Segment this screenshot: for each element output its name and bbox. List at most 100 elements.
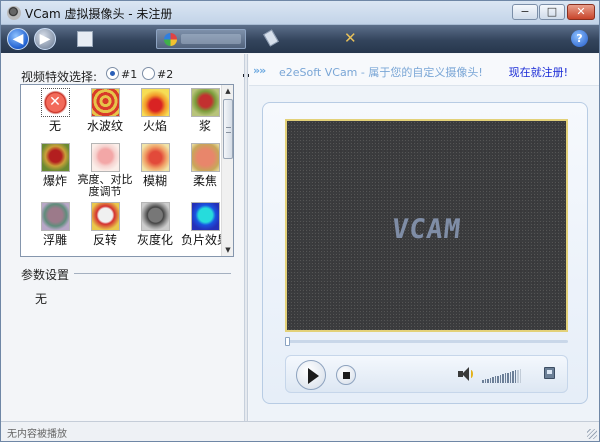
params-title: 参数设置 — [21, 268, 70, 282]
params-divider — [74, 273, 231, 274]
volume-bar — [497, 375, 499, 383]
soft-focus-icon — [190, 143, 220, 172]
effect-item-label: 灰度化 — [136, 233, 173, 247]
effect-slot-1-radio[interactable] — [106, 67, 119, 80]
speaker-icon[interactable] — [458, 367, 473, 381]
close-icon: ✕ — [576, 5, 586, 18]
banner: »» e2eSoft VCam - 属于您的自定义摄像头! 现在就注册! — [249, 54, 599, 86]
effect-item-label: 模糊 — [142, 174, 167, 188]
vcam-logo: VCAM — [390, 214, 463, 245]
negative-icon — [190, 202, 220, 231]
effect-item-label: 浮雕 — [42, 233, 67, 247]
ripple-icon — [90, 88, 120, 117]
toolbar: ◀ ▶ ✕ ? — [1, 25, 599, 77]
volume-bar — [494, 376, 496, 383]
tab-effects-label — [181, 34, 241, 44]
scroll-down-icon[interactable]: ▼ — [222, 244, 233, 256]
effect-slot-2-radio[interactable] — [142, 67, 155, 80]
register-link[interactable]: 现在就注册! — [509, 64, 568, 80]
effect-item[interactable]: 火焰 — [130, 88, 180, 133]
banner-text: e2eSoft VCam - 属于您的自定义摄像头! — [279, 66, 483, 79]
play-button[interactable] — [296, 360, 326, 390]
forward-arrow-icon: ▶ — [39, 31, 51, 47]
video-stage: VCAM — [262, 102, 588, 404]
close-button[interactable]: ✕ — [567, 4, 595, 20]
volume-slider[interactable] — [482, 368, 522, 383]
stop-icon — [343, 372, 350, 379]
volume-bar — [504, 373, 506, 383]
scroll-grip-icon — [226, 127, 231, 133]
back-arrow-icon: ◀ — [12, 31, 24, 47]
tab-effects[interactable] — [156, 29, 246, 49]
volume-bar — [519, 368, 521, 383]
preview-panel: »» e2eSoft VCam - 属于您的自定义摄像头! 现在就注册! VCA… — [249, 54, 599, 421]
help-icon[interactable]: ? — [571, 30, 588, 47]
blur-icon — [140, 143, 170, 172]
panel-splitter[interactable] — [244, 54, 248, 421]
webcam-icon — [7, 6, 21, 20]
volume-bar — [484, 379, 486, 383]
effect-item[interactable]: 模糊 — [130, 143, 180, 188]
effect-item-label: 水波纹 — [86, 119, 123, 133]
effects-label: 视频特效选择: — [21, 70, 98, 84]
window-title: VCam 虚拟摄像头 - 未注册 — [25, 7, 173, 21]
title-bar: VCam 虚拟摄像头 - 未注册 − □ ✕ — [1, 1, 599, 25]
effects-list[interactable]: 负片效果灰度化反转浮雕柔焦模糊亮度、对比度调节爆炸浆火焰水波纹无 ▲ ▼ — [20, 84, 234, 257]
grayscale-icon — [140, 202, 170, 231]
effect-slot-2-label[interactable]: #2 — [157, 68, 173, 81]
tag-icon[interactable] — [263, 29, 279, 47]
none-icon — [40, 88, 70, 117]
back-button[interactable]: ◀ — [7, 28, 29, 50]
emboss-icon — [40, 202, 70, 231]
scroll-up-icon[interactable]: ▲ — [222, 85, 233, 97]
status-bar: 无内容被播放 — [1, 421, 599, 441]
effect-item[interactable]: 反转 — [80, 202, 130, 247]
flame-icon — [140, 88, 170, 117]
volume-bar — [512, 371, 514, 383]
scroll-thumb[interactable] — [223, 99, 233, 159]
play-icon — [308, 368, 319, 384]
monitor-icon[interactable] — [544, 367, 555, 379]
tools-icon[interactable]: ✕ — [344, 29, 360, 47]
effect-item[interactable]: 亮度、对比度调节 — [78, 143, 133, 198]
video-preview[interactable]: VCAM — [285, 119, 568, 332]
minimize-icon: − — [520, 5, 530, 18]
volume-bar — [509, 371, 511, 383]
brightness-icon — [90, 143, 120, 172]
color-ball-icon — [164, 33, 177, 46]
effect-item[interactable]: 爆炸 — [30, 143, 80, 188]
effect-item-label: 反转 — [92, 233, 117, 247]
effect-item-label: 无 — [48, 119, 61, 133]
player-controls — [285, 355, 568, 393]
effect-item[interactable]: 浮雕 — [30, 202, 80, 247]
volume-bar — [492, 377, 494, 383]
seek-knob[interactable] — [285, 337, 290, 346]
effect-item[interactable]: 无 — [30, 88, 80, 133]
maximize-icon: □ — [546, 5, 558, 18]
app-window: VCam 虚拟摄像头 - 未注册 − □ ✕ ◀ ▶ ✕ ? 视频特效选择: #… — [0, 0, 600, 442]
volume-bar — [517, 369, 519, 383]
volume-bar — [507, 372, 509, 383]
effect-slot-1-label[interactable]: #1 — [121, 68, 137, 81]
minimize-button[interactable]: − — [512, 4, 538, 20]
effect-item[interactable]: 水波纹 — [80, 88, 130, 133]
effects-panel: 视频特效选择: #1 #2 负片效果 灰度化 反转 浮雕 柔焦 模糊 亮度、对比度调节 爆炸浆… — [1, 54, 243, 421]
banner-arrows-icon: »» — [253, 64, 266, 77]
effect-item[interactable]: 灰度化 — [130, 202, 180, 247]
volume-bar — [502, 374, 504, 383]
effect-item-label: 亮度、对比度调节 — [77, 173, 133, 198]
effect-item-label: 爆炸 — [42, 174, 67, 188]
maximize-button[interactable]: □ — [539, 4, 565, 20]
volume-bar — [514, 370, 516, 383]
effect-item-label: 火焰 — [142, 119, 167, 133]
resize-grip-icon[interactable] — [587, 429, 597, 439]
forward-button[interactable]: ▶ — [34, 28, 56, 50]
stop-button[interactable] — [336, 365, 356, 385]
ink-icon — [190, 88, 220, 117]
params-value: 无 — [35, 292, 48, 306]
seek-bar[interactable] — [285, 337, 568, 346]
explode-icon — [40, 143, 70, 172]
volume-bar — [482, 380, 484, 383]
document-icon[interactable] — [77, 31, 93, 47]
effects-scrollbar[interactable]: ▲ ▼ — [221, 85, 233, 256]
